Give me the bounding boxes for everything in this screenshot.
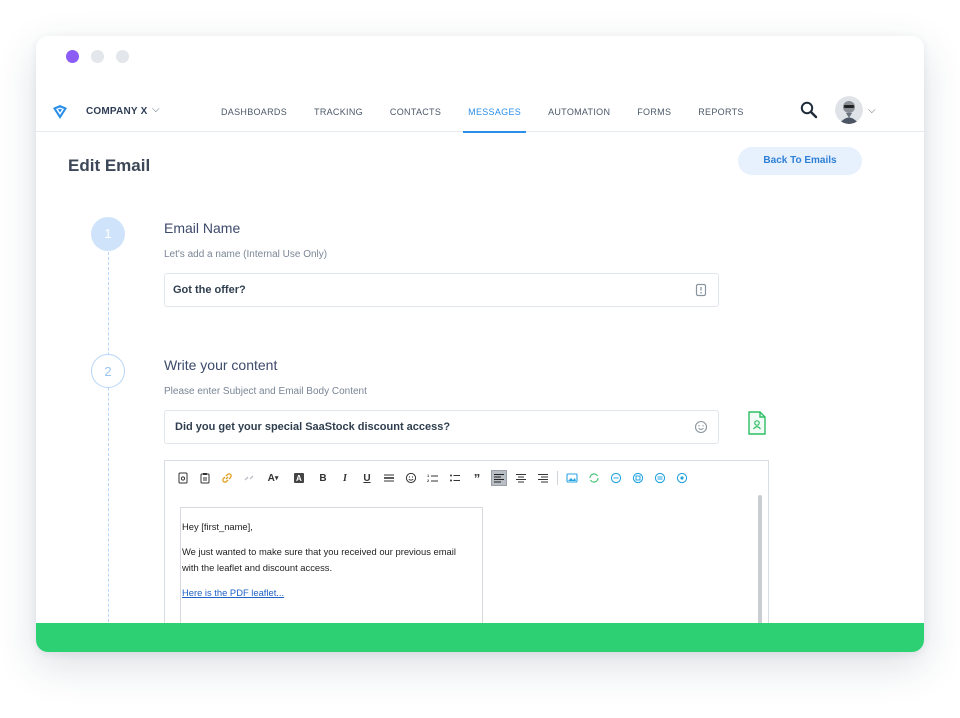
widget-icon-4[interactable] (674, 470, 690, 486)
numbered-list-icon[interactable]: 12 (425, 470, 441, 486)
subject-field[interactable]: Did you get your special SaaStock discou… (164, 410, 719, 444)
widget-icon-3[interactable] (652, 470, 668, 486)
background-color-icon[interactable]: A (289, 470, 309, 486)
paste-icon[interactable] (197, 470, 213, 486)
search-icon[interactable] (799, 100, 819, 120)
window-dot-maximize[interactable] (116, 50, 129, 63)
window-dot-minimize[interactable] (91, 50, 104, 63)
unlink-icon[interactable] (241, 470, 257, 486)
bullet-list-icon[interactable] (447, 470, 463, 486)
nav-item-tracking[interactable]: TRACKING (314, 94, 363, 132)
body-line-greeting: Hey [first_name], (182, 521, 253, 532)
pdf-leaflet-link[interactable]: Here is the PDF leaflet... (182, 587, 284, 598)
steps-connector-line (108, 252, 109, 652)
content-heading: Write your content (164, 357, 278, 373)
widget-icon-2[interactable] (630, 470, 646, 486)
email-name-value: Got the offer? (173, 284, 246, 296)
nav-item-reports[interactable]: REPORTS (698, 94, 743, 132)
subject-value: Did you get your special SaaStock discou… (175, 421, 451, 433)
company-logo-icon (53, 105, 67, 119)
step-2-indicator: 2 (91, 354, 125, 388)
bottom-accent-bar (36, 623, 924, 652)
nav-item-forms[interactable]: FORMS (637, 94, 671, 132)
link-icon[interactable] (219, 470, 235, 486)
text-color-icon[interactable]: A ▾ (263, 470, 283, 486)
window-controls (66, 50, 129, 63)
underline-icon[interactable]: U (359, 470, 375, 486)
svg-text:2: 2 (427, 478, 430, 483)
nav-item-automation[interactable]: AUTOMATION (548, 94, 610, 132)
italic-icon[interactable]: I (337, 470, 353, 486)
nav-item-dashboards[interactable]: DASHBOARDS (221, 94, 287, 132)
content-hint: Please enter Subject and Email Body Cont… (164, 386, 367, 397)
personalize-document-icon[interactable] (747, 411, 767, 435)
svg-text:A: A (296, 474, 302, 483)
email-name-heading: Email Name (164, 220, 241, 236)
back-to-emails-button[interactable]: Back To Emails (738, 147, 862, 175)
blockquote-icon[interactable]: ” (469, 470, 485, 486)
main-nav: DASHBOARDS TRACKING CONTACTS MESSAGES AU… (221, 94, 771, 133)
editor-toolbar: A ▾ A B I U 12 ” (175, 469, 696, 487)
nav-item-messages[interactable]: MESSAGES (463, 94, 526, 133)
page-title: Edit Email (68, 156, 151, 175)
window-dot-close[interactable] (66, 50, 79, 63)
smiley-icon[interactable] (403, 470, 419, 486)
horizontal-rule-icon[interactable] (381, 470, 397, 486)
chevron-down-icon[interactable]: ⌵ (868, 105, 876, 116)
company-switcher-label[interactable]: COMPANY X (86, 106, 147, 117)
toolbar-separator (557, 471, 558, 485)
nav-item-contacts[interactable]: CONTACTS (390, 94, 441, 132)
widget-icon-1[interactable] (608, 470, 624, 486)
chevron-down-icon[interactable]: ⌵ (152, 104, 160, 115)
align-center-icon[interactable] (513, 470, 529, 486)
bold-icon[interactable]: B (315, 470, 331, 486)
body-line: with the leaflet and discount access. (182, 562, 333, 573)
align-right-icon[interactable] (535, 470, 551, 486)
app-window: COMPANY X ⌵ DASHBOARDS TRACKING CONTACTS… (36, 36, 924, 652)
email-name-field[interactable]: Got the offer? (164, 273, 719, 307)
refresh-image-icon[interactable] (586, 470, 602, 486)
align-left-icon[interactable] (491, 470, 507, 486)
step-1-indicator: 1 (91, 217, 125, 251)
image-icon[interactable] (564, 470, 580, 486)
user-avatar[interactable] (835, 96, 863, 124)
field-info-icon (695, 283, 707, 297)
emoji-icon[interactable] (694, 420, 708, 434)
source-icon[interactable] (175, 470, 191, 486)
email-name-hint: Let's add a name (Internal Use Only) (164, 249, 328, 260)
body-line: We just wanted to make sure that you rec… (182, 546, 456, 557)
top-navigation-bar: COMPANY X ⌵ DASHBOARDS TRACKING CONTACTS… (36, 94, 924, 133)
